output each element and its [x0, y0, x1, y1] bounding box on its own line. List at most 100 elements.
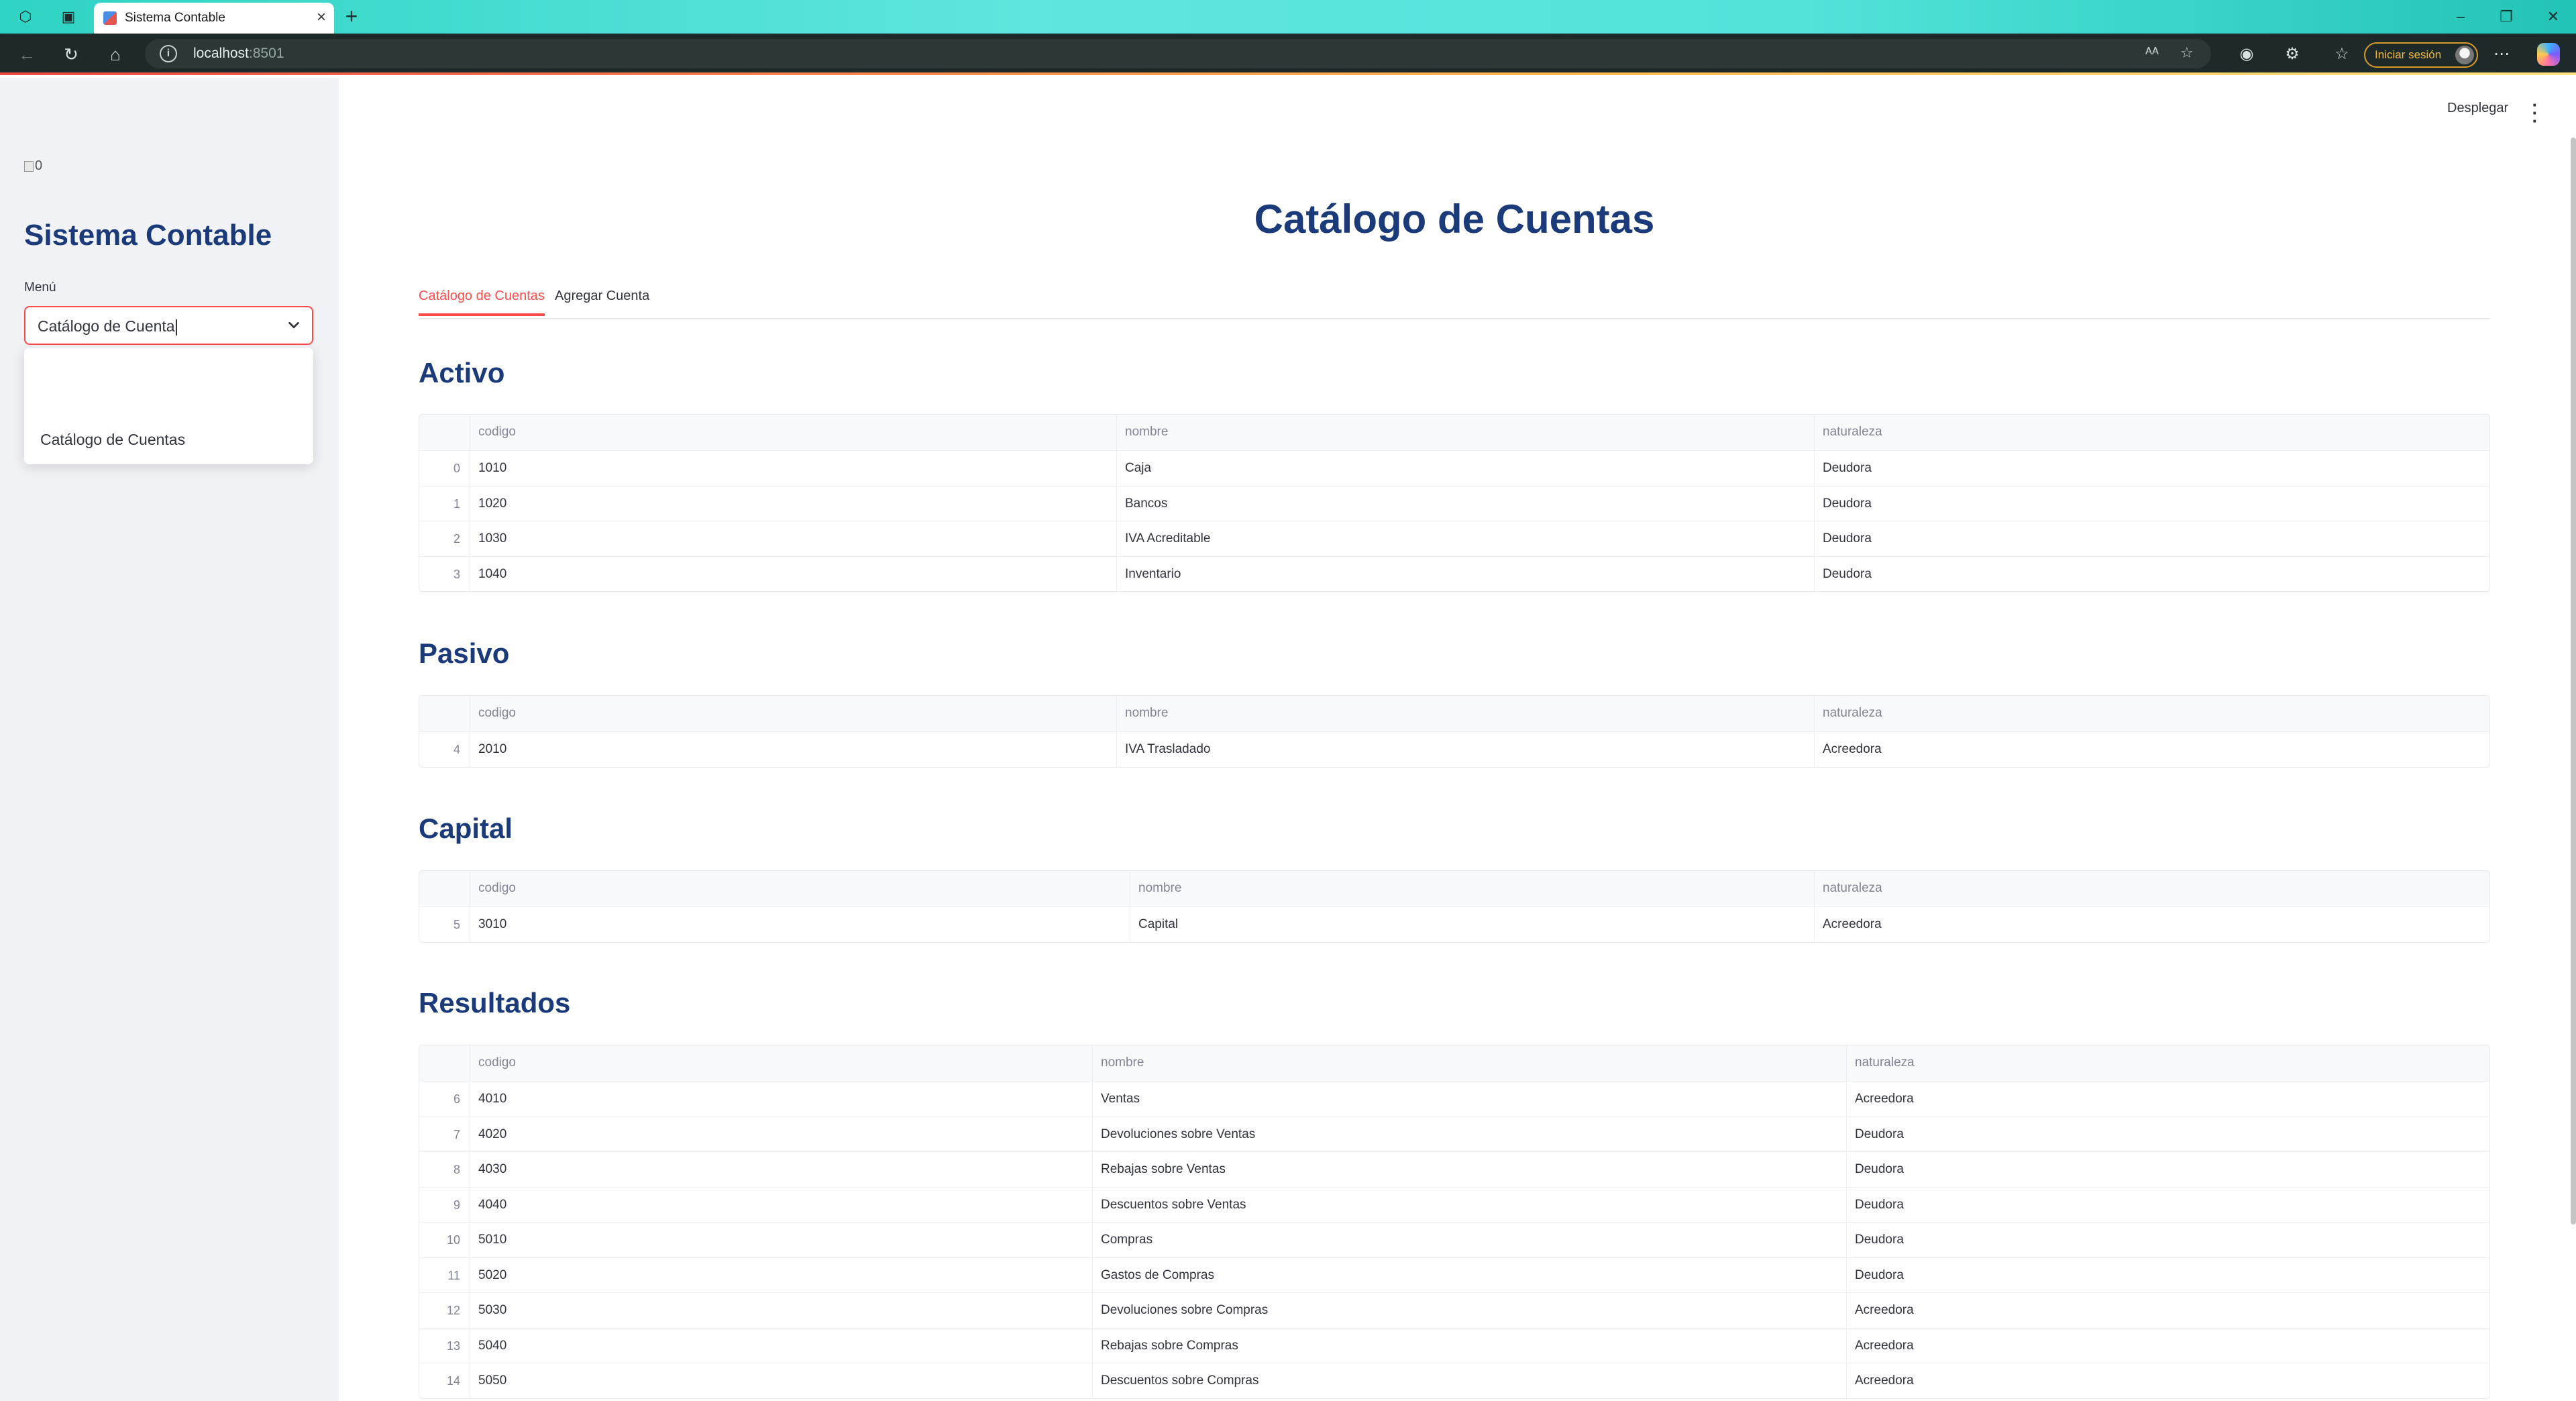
table-pasivo[interactable]: codigo nombre naturaleza 4 2010 IVA Trasladad… — [419, 695, 2490, 768]
table-row[interactable]: 12 5030 Devoluciones sobre Compras Acreedor… — [419, 1292, 2489, 1328]
cell-nombre[interactable]: Caja — [1116, 451, 1814, 486]
close-window-button[interactable]: ✕ — [2540, 5, 2567, 28]
favorite-star-icon[interactable]: ☆ — [2180, 44, 2194, 62]
cell-nombre[interactable]: Descuentos sobre Compras — [1092, 1363, 1846, 1398]
cell-codigo[interactable]: 2010 — [470, 732, 1116, 767]
deploy-button[interactable]: Desplegar — [2447, 101, 2508, 116]
address-bar[interactable]: i localhost:8501 ᴬᴬ ☆ — [145, 39, 2211, 68]
cell-codigo[interactable]: 4010 — [470, 1082, 1092, 1117]
column-header-nombre[interactable]: nombre — [1116, 415, 1814, 450]
cell-nombre[interactable]: Rebajas sobre Ventas — [1092, 1152, 1846, 1187]
column-header-nombre[interactable]: nombre — [1130, 871, 1814, 906]
cell-nombre[interactable]: Devoluciones sobre Compras — [1092, 1293, 1846, 1328]
column-header-naturaleza[interactable]: naturaleza — [1846, 1045, 2489, 1081]
cell-nombre[interactable]: Capital — [1130, 907, 1814, 942]
sign-in-button[interactable]: Iniciar sesión — [2364, 42, 2478, 68]
cell-naturaleza[interactable]: Deudora — [1814, 451, 2489, 486]
cell-nombre[interactable]: Descuentos sobre Ventas — [1092, 1187, 1846, 1222]
column-header-codigo[interactable]: codigo — [470, 696, 1116, 731]
column-header-nombre[interactable]: nombre — [1092, 1045, 1846, 1081]
table-activo[interactable]: codigo nombre naturaleza 0 1010 Caja Deudora 1 1… — [419, 414, 2490, 592]
cell-nombre[interactable]: IVA Acreditable — [1116, 521, 1814, 556]
cell-nombre[interactable]: Devoluciones sobre Ventas — [1092, 1117, 1846, 1151]
column-header-naturaleza[interactable]: naturaleza — [1814, 871, 2489, 906]
restore-window-button[interactable]: ❐ — [2493, 5, 2520, 28]
cell-naturaleza[interactable]: Deudora — [1814, 521, 2489, 556]
cell-codigo[interactable]: 5040 — [470, 1328, 1092, 1363]
cell-nombre[interactable]: Gastos de Compras — [1092, 1257, 1846, 1292]
cell-naturaleza[interactable]: Acreedora — [1846, 1293, 2489, 1328]
menu-option[interactable]: Catálogo de Cuentas — [40, 431, 185, 449]
cell-codigo[interactable]: 5010 — [470, 1223, 1092, 1257]
column-header-naturaleza[interactable]: naturaleza — [1814, 415, 2489, 450]
new-tab-button[interactable]: + — [339, 4, 364, 28]
table-row[interactable]: 4 2010 IVA Trasladado Acreedora — [419, 731, 2489, 767]
cell-naturaleza[interactable]: Deudora — [1846, 1187, 2489, 1222]
tab-agregar-cuenta[interactable]: Agregar Cuenta — [555, 289, 649, 313]
table-row[interactable]: 11 5020 Gastos de Compras Deudora — [419, 1257, 2489, 1292]
cell-codigo[interactable]: 4040 — [470, 1187, 1092, 1222]
cell-codigo[interactable]: 4020 — [470, 1117, 1092, 1151]
table-row[interactable]: 13 5040 Rebajas sobre Compras Acreedora — [419, 1327, 2489, 1363]
cell-codigo[interactable]: 1030 — [470, 521, 1116, 556]
column-header-codigo[interactable]: codigo — [470, 1045, 1092, 1081]
cell-nombre[interactable]: Compras — [1092, 1223, 1846, 1257]
cell-naturaleza[interactable]: Acreedora — [1814, 907, 2489, 942]
tab-actions-icon[interactable]: ▣ — [59, 7, 78, 26]
cell-naturaleza[interactable]: Deudora — [1814, 486, 2489, 521]
close-tab-icon[interactable]: × — [317, 8, 326, 27]
cell-nombre[interactable]: Ventas — [1092, 1082, 1846, 1117]
table-row[interactable]: 9 4040 Descuentos sobre Ventas Deudora — [419, 1186, 2489, 1222]
column-header-nombre[interactable]: nombre — [1116, 696, 1814, 731]
workspaces-icon[interactable]: ⬡ — [16, 7, 35, 26]
cell-naturaleza[interactable]: Acreedora — [1846, 1328, 2489, 1363]
cell-naturaleza[interactable]: Acreedora — [1814, 732, 2489, 767]
table-row[interactable]: 0 1010 Caja Deudora — [419, 450, 2489, 486]
site-info-icon[interactable]: i — [160, 45, 177, 62]
cell-codigo[interactable]: 3010 — [470, 907, 1130, 942]
reload-icon[interactable]: ↻ — [60, 44, 82, 65]
table-row[interactable]: 8 4030 Rebajas sobre Ventas Deudora — [419, 1151, 2489, 1187]
url-text[interactable]: localhost:8501 — [193, 46, 284, 62]
cell-codigo[interactable]: 5020 — [470, 1257, 1092, 1292]
more-menu-icon[interactable]: ⋯ — [2490, 43, 2513, 66]
copilot-icon[interactable] — [2537, 43, 2560, 66]
cell-nombre[interactable]: Rebajas sobre Compras — [1092, 1328, 1846, 1363]
table-row[interactable]: 10 5010 Compras Deudora — [419, 1222, 2489, 1257]
back-icon[interactable]: ← — [16, 44, 38, 65]
table-row[interactable]: 3 1040 Inventario Deudora — [419, 556, 2489, 591]
table-row[interactable]: 5 3010 Capital Acreedora — [419, 906, 2489, 942]
home-icon[interactable]: ⌂ — [105, 44, 126, 65]
browser-tab[interactable]: Sistema Contable × — [94, 3, 334, 34]
cell-codigo[interactable]: 1040 — [470, 556, 1116, 591]
cell-naturaleza[interactable]: Deudora — [1814, 556, 2489, 591]
cell-nombre[interactable]: IVA Trasladado — [1116, 732, 1814, 767]
read-aloud-icon[interactable]: ᴬᴬ — [2145, 44, 2159, 62]
table-row[interactable]: 6 4010 Ventas Acreedora — [419, 1081, 2489, 1117]
cell-nombre[interactable]: Bancos — [1116, 486, 1814, 521]
page-scrollbar[interactable] — [2571, 138, 2576, 1225]
extension-icon[interactable]: ◉ — [2235, 43, 2258, 66]
cell-naturaleza[interactable]: Deudora — [1846, 1257, 2489, 1292]
menu-select-input[interactable]: Catálogo de Cuenta — [38, 317, 177, 335]
cell-naturaleza[interactable]: Deudora — [1846, 1117, 2489, 1151]
column-header-naturaleza[interactable]: naturaleza — [1814, 696, 2489, 731]
cell-naturaleza[interactable]: Deudora — [1846, 1223, 2489, 1257]
table-row[interactable]: 1 1020 Bancos Deudora — [419, 485, 2489, 521]
extensions-puzzle-icon[interactable]: ⚙ — [2281, 43, 2304, 66]
table-row[interactable]: 2 1030 IVA Acreditable Deudora — [419, 521, 2489, 556]
favorites-icon[interactable]: ☆ — [2330, 43, 2353, 66]
cell-codigo[interactable]: 4030 — [470, 1152, 1092, 1187]
cell-codigo[interactable]: 5030 — [470, 1293, 1092, 1328]
chevron-down-icon[interactable] — [286, 318, 301, 333]
menu-select[interactable]: Catálogo de Cuenta — [24, 306, 313, 345]
cell-codigo[interactable]: 5050 — [470, 1363, 1092, 1398]
cell-naturaleza[interactable]: Deudora — [1846, 1152, 2489, 1187]
table-capital[interactable]: codigo nombre naturaleza 5 3010 Capital Acreed… — [419, 870, 2490, 943]
cell-codigo[interactable]: 1010 — [470, 451, 1116, 486]
cell-naturaleza[interactable]: Acreedora — [1846, 1082, 2489, 1117]
column-header-codigo[interactable]: codigo — [470, 871, 1130, 906]
table-resultados[interactable]: codigo nombre naturaleza 6 4010 Ventas Acreedo… — [419, 1045, 2490, 1399]
table-row[interactable]: 14 5050 Descuentos sobre Compras Acreedora — [419, 1363, 2489, 1398]
cell-naturaleza[interactable]: Acreedora — [1846, 1363, 2489, 1398]
